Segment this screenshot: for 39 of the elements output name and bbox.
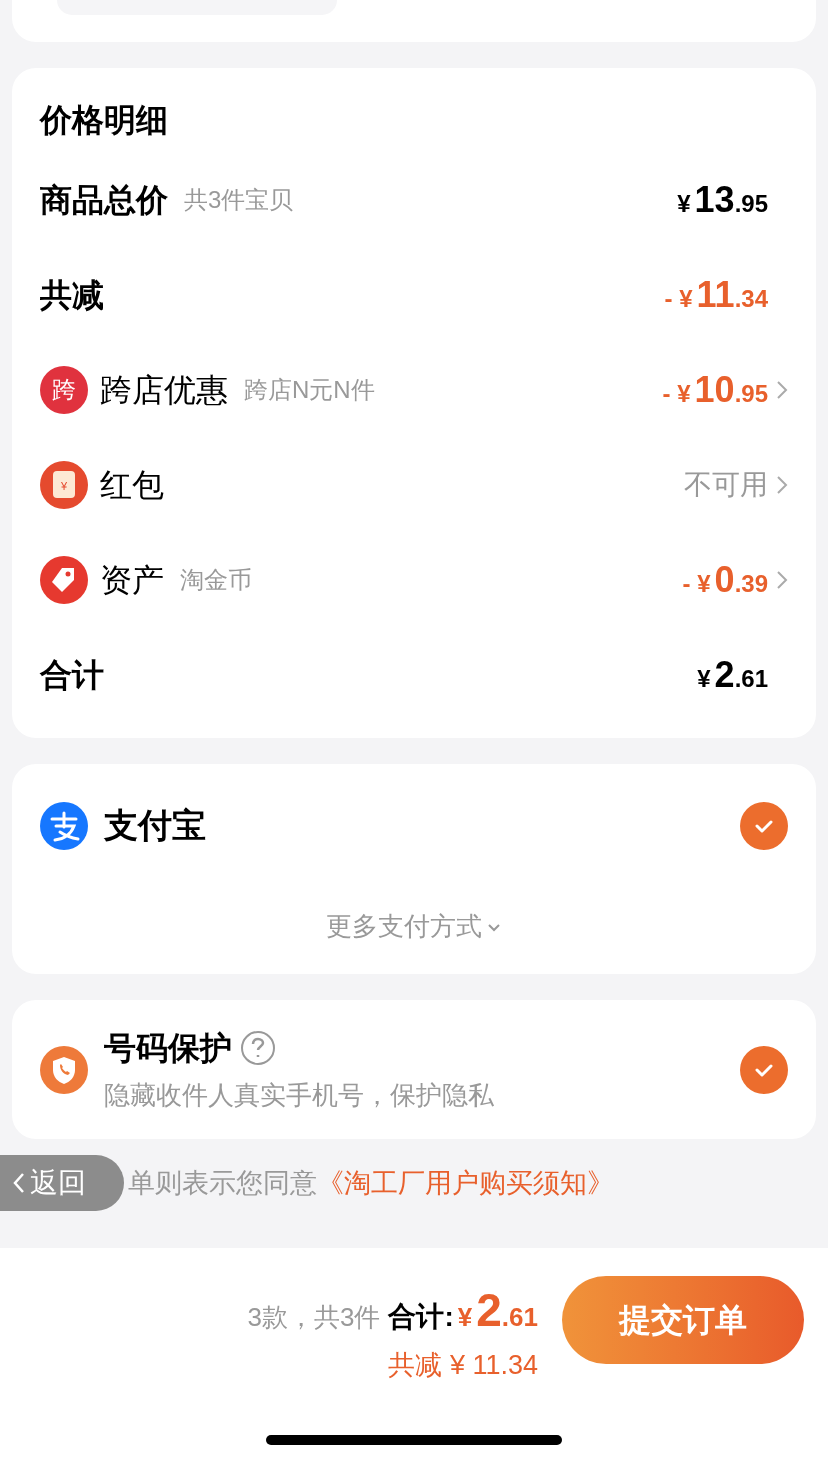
row-label: 合计: [40, 655, 104, 695]
payment-method: 支付宝: [104, 805, 206, 846]
shield-phone-icon: [40, 1045, 88, 1094]
item-count: 3款，共3件: [247, 1301, 381, 1334]
terms-link[interactable]: 《淘工厂用户购买须知》: [317, 1162, 614, 1204]
protection-title: 号码保护: [104, 1029, 232, 1068]
amount: - ¥10.95: [662, 367, 768, 412]
chevron-right-icon: [776, 474, 788, 495]
back-button[interactable]: 返回: [0, 1155, 124, 1211]
row-label: 共减: [40, 275, 104, 315]
row-label: 资产: [100, 560, 164, 600]
submit-order-button[interactable]: 提交订单: [562, 1276, 804, 1364]
row-note: 共3件宝贝: [184, 184, 294, 215]
saved-amount: 共减 ¥ 11.34: [388, 1349, 538, 1382]
envelope-icon: ¥: [40, 460, 88, 509]
check-icon[interactable]: [740, 1045, 788, 1094]
more-payment-button[interactable]: 更多支付方式: [326, 907, 502, 946]
row-label: 跨店优惠: [100, 370, 228, 410]
row-note: 淘金币: [180, 564, 252, 595]
amount: ¥2.61: [697, 652, 768, 697]
check-icon[interactable]: [740, 801, 788, 850]
row-label: 红包: [100, 465, 164, 505]
chevron-right-icon: [776, 569, 788, 590]
amount: ¥13.95: [677, 177, 768, 222]
total-label: 合计:: [388, 1300, 454, 1334]
chevron-right-icon: [776, 379, 788, 400]
row-note: 跨店N元N件: [244, 374, 375, 405]
agreement-text: 单则表示您同意: [128, 1166, 317, 1200]
payment-logo-icon: [40, 801, 88, 850]
help-icon[interactable]: [240, 1030, 276, 1066]
total-amount: ¥2.61: [457, 1283, 538, 1338]
amount: - ¥0.39: [682, 557, 768, 602]
section-title: 价格明细: [40, 101, 169, 140]
amount: - ¥11.34: [664, 272, 768, 317]
status-text: 不可用: [684, 467, 768, 502]
tag-icon: [40, 555, 88, 604]
row-label: 商品总价: [40, 180, 168, 220]
store-badge-icon: 跨: [40, 365, 88, 414]
protection-description: 隐藏收件人真实手机号，保护隐私: [104, 1079, 495, 1112]
